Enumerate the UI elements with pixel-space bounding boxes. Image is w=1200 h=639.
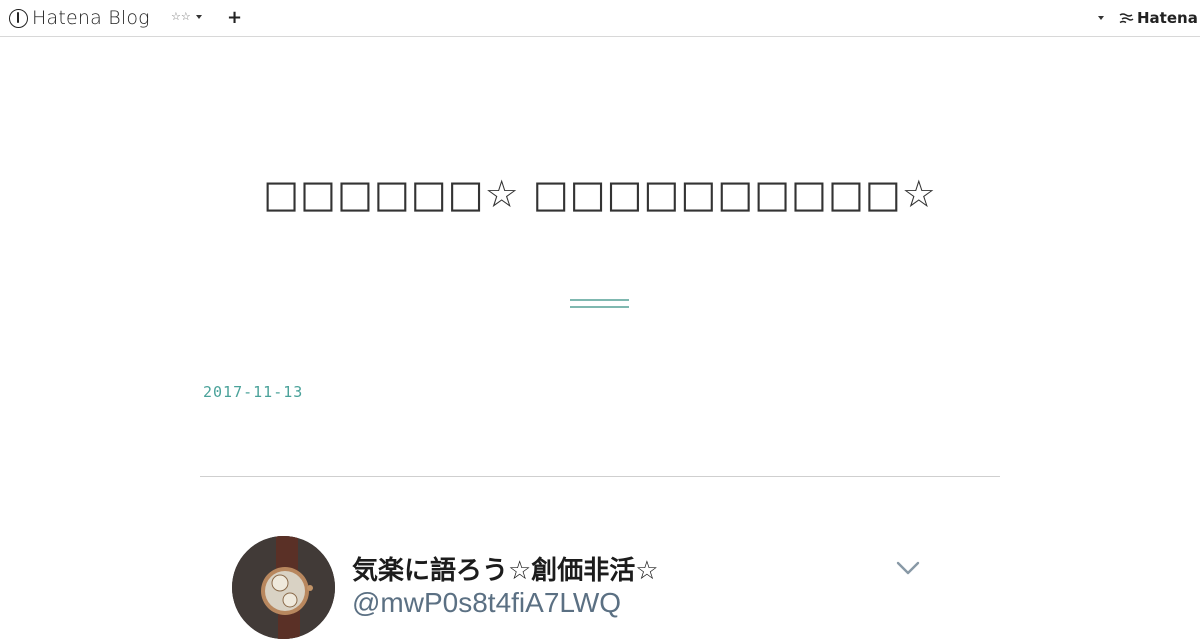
title-decoration — [570, 299, 629, 309]
embedded-tweet-card[interactable]: 気楽に語ろう☆創価非活☆ @mwP0s8t4fiA7LWQ — [232, 536, 932, 639]
tweet-author-name[interactable]: 気楽に語ろう☆創価非活☆ — [352, 550, 659, 587]
avatar[interactable] — [232, 536, 335, 639]
blog-selector-dropdown[interactable]: ☆☆ — [171, 10, 202, 23]
hatena-label: Hatena — [1137, 9, 1198, 27]
divider — [200, 476, 1000, 477]
caret-down-icon — [195, 14, 202, 19]
blog-title[interactable]: □□□□□□☆ □□□□□□□□□□☆ — [0, 172, 1200, 216]
tweet-author-handle[interactable]: @mwP0s8t4fiA7LWQ — [352, 587, 621, 619]
user-menu-caret-icon[interactable] — [1098, 16, 1104, 20]
top-navigation-bar: Hatena Blog ☆☆ + Hatena — [0, 0, 1200, 37]
hatena-blog-logo[interactable]: Hatena Blog — [9, 6, 150, 30]
entry-date[interactable]: 2017-11-13 — [203, 383, 303, 401]
hatena-logo-icon — [9, 8, 28, 28]
wristwatch-avatar-image — [232, 536, 335, 639]
add-post-button[interactable]: + — [227, 7, 242, 29]
chevron-down-icon[interactable] — [896, 560, 920, 576]
hatena-menu-link[interactable]: Hatena — [1119, 9, 1198, 27]
blog-selector-label: ☆☆ — [171, 10, 191, 23]
logo-text: Hatena Blog — [32, 7, 150, 29]
hatena-wave-icon — [1119, 12, 1134, 23]
